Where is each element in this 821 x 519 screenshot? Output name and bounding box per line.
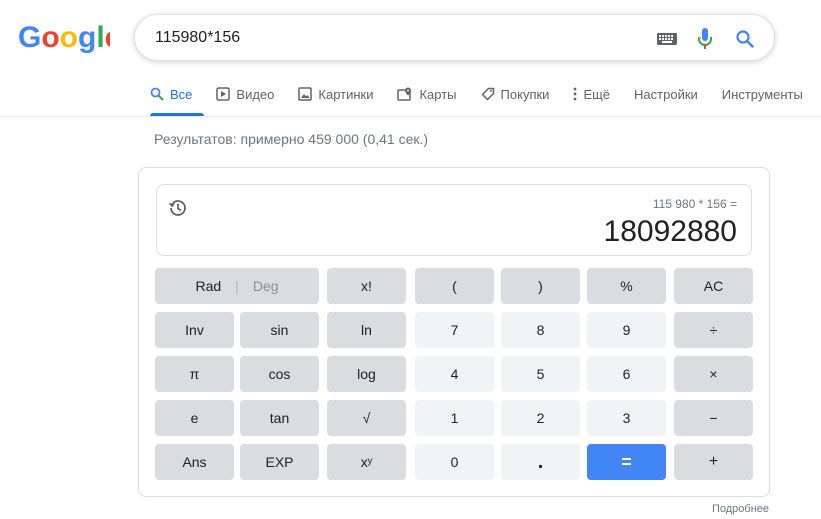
search-icon[interactable] [733,27,757,51]
digit-1-button[interactable]: 1 [415,400,494,436]
tab-label: Все [170,86,193,102]
rad-label[interactable]: Rad [195,278,221,294]
digit-0-button[interactable]: 0 [415,444,494,480]
minus-button[interactable]: − [674,400,753,436]
digit-6-button[interactable]: 6 [587,356,666,392]
tab-label: Ещё [583,86,611,102]
tab-label: Видео [236,86,275,102]
search-tabs: Все Видео Картинки Карты Покупки Ещё Нас… [150,82,821,116]
calculator-card: 115 980 * 156 = 18092880 Rad | Deg x! ( … [138,167,770,497]
pi-button[interactable]: π [155,356,234,392]
separator: | [235,278,239,294]
rad-deg-toggle[interactable]: Rad | Deg [155,268,319,304]
search-box [134,14,775,61]
tab-shopping[interactable]: Покупки [481,82,550,106]
more-info-link[interactable]: Подробнее [712,503,769,515]
ans-button[interactable]: Ans [155,444,234,480]
decimal-point-button[interactable]: . [501,444,580,480]
header-divider [0,116,821,117]
tab-label: Карты [419,86,457,102]
deg-label[interactable]: Deg [253,278,279,294]
left-paren-button[interactable]: ( [415,268,494,304]
exp-button[interactable]: EXP [240,444,319,480]
search-input[interactable] [155,27,635,49]
multiply-button[interactable]: × [674,356,753,392]
divide-button[interactable]: ÷ [674,312,753,348]
cos-button[interactable]: cos [240,356,319,392]
tab-label: Настройки [634,86,698,102]
image-icon [298,87,313,101]
digit-4-button[interactable]: 4 [415,356,494,392]
sqrt-button[interactable]: √ [327,400,406,436]
microphone-icon[interactable] [693,27,717,51]
tab-video[interactable]: Видео [216,82,274,106]
tab-tools[interactable]: Инструменты [722,82,803,106]
tab-images[interactable]: Картинки [298,82,373,106]
google-logo[interactable]: Google [18,20,110,54]
tan-button[interactable]: tan [240,400,319,436]
tab-all[interactable]: Все [150,82,192,106]
plus-button[interactable]: + [674,444,753,480]
results-stats: Результатов: примерно 459 000 (0,41 сек.… [154,131,429,147]
search-icon [150,87,164,101]
history-icon[interactable] [167,197,189,224]
tab-label: Покупки [500,86,550,102]
all-clear-button[interactable]: AC [674,268,753,304]
ln-button[interactable]: ln [327,312,406,348]
more-vert-icon [574,87,577,101]
digit-5-button[interactable]: 5 [501,356,580,392]
factorial-button[interactable]: x! [327,268,406,304]
tab-maps[interactable]: Карты [397,82,457,106]
calculator-expression: 115 980 * 156 = [652,197,737,211]
digit-2-button[interactable]: 2 [501,400,580,436]
inverse-button[interactable]: Inv [155,312,234,348]
digit-9-button[interactable]: 9 [587,312,666,348]
sin-button[interactable]: sin [240,312,319,348]
log-button[interactable]: log [327,356,406,392]
tab-label: Картинки [318,86,374,102]
power-button[interactable]: xʸ [327,444,406,480]
digit-8-button[interactable]: 8 [501,312,580,348]
tab-settings[interactable]: Настройки [634,82,698,106]
svg-text:Google: Google [18,21,110,54]
digit-7-button[interactable]: 7 [415,312,494,348]
percent-button[interactable]: % [587,268,666,304]
video-icon [216,87,231,101]
tab-more[interactable]: Ещё [573,82,610,106]
tab-label: Инструменты [721,86,803,102]
digit-3-button[interactable]: 3 [587,400,666,436]
keyboard-icon[interactable] [655,27,679,51]
e-button[interactable]: e [155,400,234,436]
calculator-display: 115 980 * 156 = 18092880 [156,184,752,256]
map-icon [397,87,412,101]
right-paren-button[interactable]: ) [501,268,580,304]
calculator-result: 18092880 [603,215,737,248]
tag-icon [481,87,494,101]
equals-button[interactable]: = [587,444,666,480]
